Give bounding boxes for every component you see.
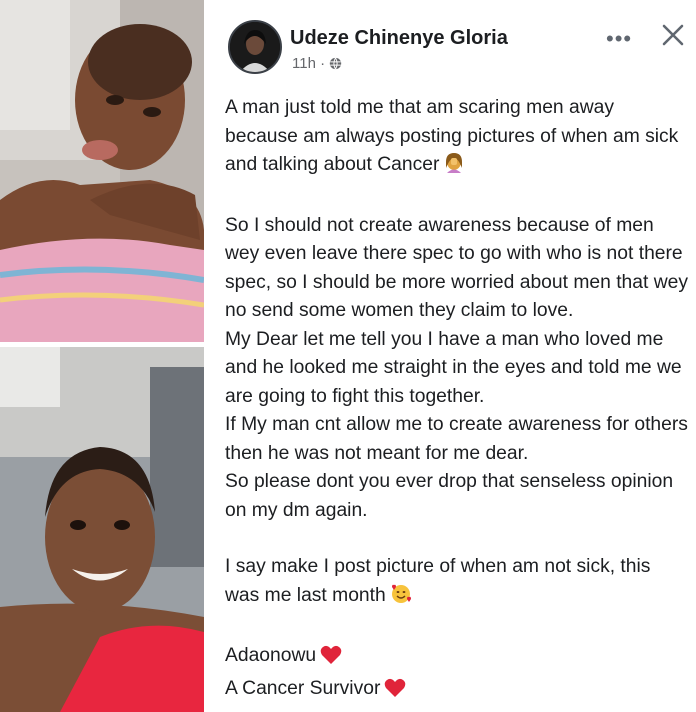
red-heart-emoji	[320, 645, 342, 675]
more-options-button[interactable]: •••	[606, 26, 632, 52]
facepalm-woman-emoji	[443, 152, 465, 184]
post-header: Udeze Chinenye Gloria 11h · •••	[228, 20, 696, 80]
post-body: A man just told me that am scaring men a…	[225, 94, 690, 707]
close-icon	[662, 24, 684, 46]
post-paragraph: My Dear let me tell you I have a man who…	[225, 328, 682, 407]
close-button[interactable]	[658, 20, 688, 50]
red-heart-emoji	[384, 678, 406, 708]
post-paragraph: A Cancer Survivor	[225, 675, 690, 708]
smiling-face-with-hearts-emoji	[390, 583, 412, 615]
signature-name: Adaonowu	[225, 645, 317, 666]
photo-collage	[0, 0, 204, 712]
photo-well[interactable]	[0, 347, 204, 712]
post-paragraph: So I should not create awareness because…	[225, 214, 688, 322]
post-paragraph: If My man cnt allow me to create awarene…	[225, 414, 688, 464]
photo-sick[interactable]	[0, 0, 204, 342]
facebook-post: Udeze Chinenye Gloria 11h · ••• A man ju…	[204, 0, 696, 712]
post-paragraph: I say make I post picture of when am not…	[225, 553, 690, 614]
post-paragraph: Adaonowu	[225, 642, 690, 675]
post-paragraph: A man just told me that am scaring men a…	[225, 94, 690, 184]
paragraph-text: I say make I post picture of when am not…	[225, 556, 651, 606]
signature-title: A Cancer Survivor	[225, 677, 381, 699]
post-paragraph: So please dont you ever drop that sensel…	[225, 471, 674, 521]
post-time[interactable]: 11h ·	[292, 55, 325, 72]
globe-icon	[329, 57, 342, 70]
avatar[interactable]	[228, 20, 282, 74]
post-meta: 11h ·	[292, 55, 342, 72]
author-name[interactable]: Udeze Chinenye Gloria	[290, 27, 508, 50]
